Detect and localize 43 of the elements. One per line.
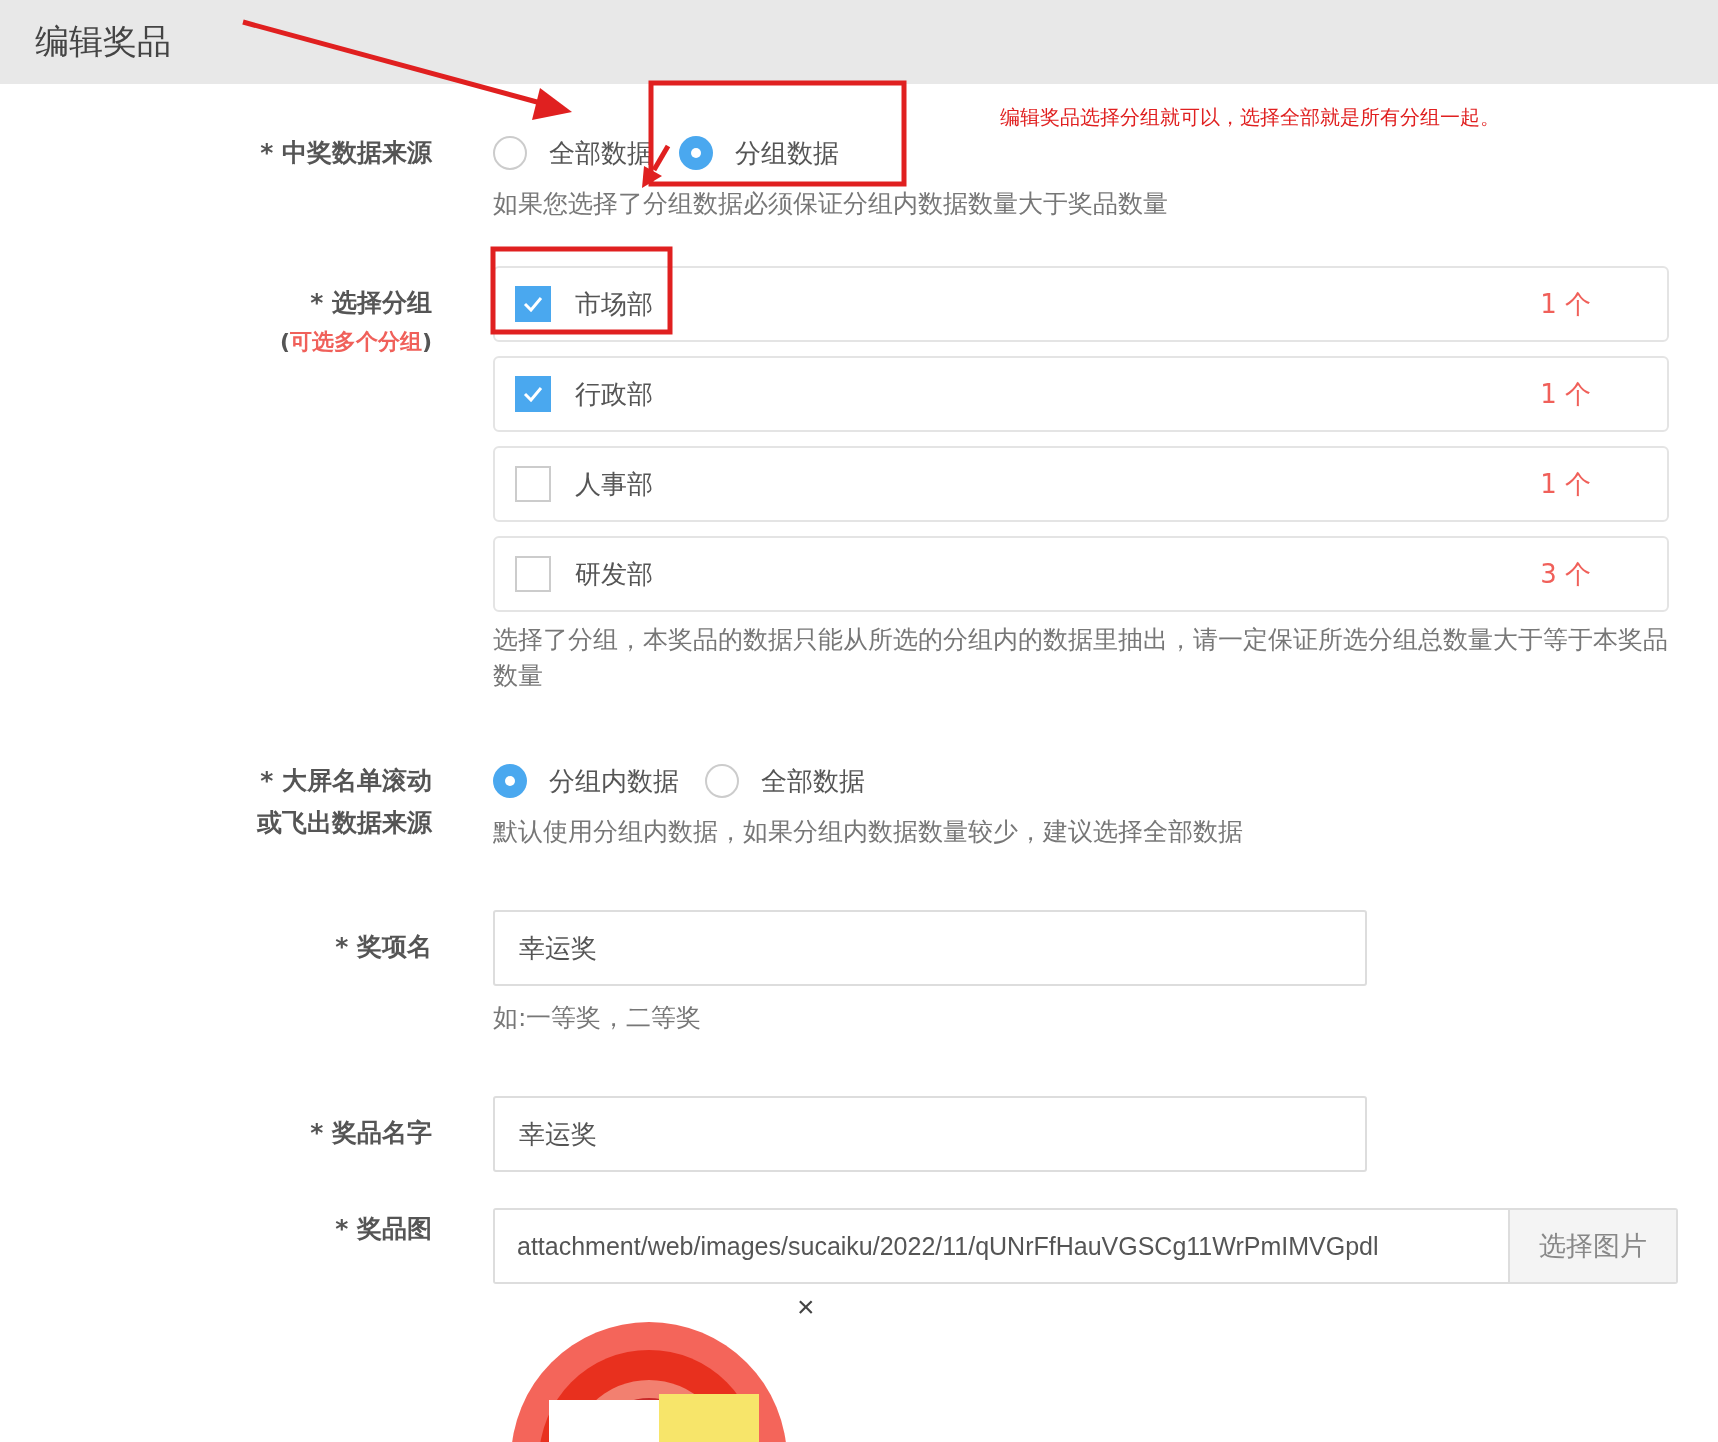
field-label: * 中奖数据来源 xyxy=(260,137,432,169)
radio-button[interactable] xyxy=(493,136,527,170)
group-option[interactable]: 市场部 1 个 xyxy=(493,266,1669,342)
page-title: 编辑奖品 xyxy=(35,20,171,63)
text-input[interactable]: 幸运奖 xyxy=(493,1096,1367,1172)
group-option[interactable]: 行政部 1 个 xyxy=(493,356,1669,432)
field-label: 或飞出数据来源 xyxy=(257,807,432,839)
checkbox[interactable] xyxy=(515,286,551,322)
group-name: 市场部 xyxy=(575,287,654,321)
group-name: 人事部 xyxy=(575,467,654,501)
field-label: * 大屏名单滚动 xyxy=(260,765,432,797)
group-option[interactable]: 人事部 1 个 xyxy=(493,446,1669,522)
radio-button[interactable] xyxy=(679,136,713,170)
radio-button[interactable] xyxy=(493,764,527,798)
field-label: * 奖项名 xyxy=(335,931,432,963)
checkmark-icon xyxy=(523,296,543,312)
field-label: * 奖品名字 xyxy=(310,1117,432,1149)
checkmark-icon xyxy=(523,386,543,402)
group-count: 1 个 xyxy=(1540,377,1591,411)
help-text: 如果您选择了分组数据必须保证分组内数据数量大于奖品数量 xyxy=(493,188,1168,220)
help-text: 默认使用分组内数据，如果分组内数据数量较少，建议选择全部数据 xyxy=(493,816,1243,848)
group-option[interactable]: 研发部 3 个 xyxy=(493,536,1669,612)
field-label: * 选择分组 xyxy=(310,287,432,319)
group-count: 1 个 xyxy=(1540,467,1591,501)
text-input[interactable]: 幸运奖 xyxy=(493,910,1367,986)
group-count: 1 个 xyxy=(1540,287,1591,321)
radio-button[interactable] xyxy=(705,764,739,798)
group-count: 3 个 xyxy=(1540,557,1591,591)
image-path-field[interactable]: attachment/web/images/sucaiku/2022/11/qUNrFfHauVGSCg11WrPmIMVGpdl 选择图片 xyxy=(493,1208,1678,1284)
radio-option[interactable]: 分组内数据 xyxy=(493,763,679,799)
field-sublabel: (可选多个分组) xyxy=(279,328,432,356)
remove-button[interactable]: × xyxy=(793,1292,819,1322)
help-text: 选择了分组，本奖品的数据只能从所选的分组内的数据里抽出，请一定保证所选分组总数量大于等于本奖品数量 xyxy=(493,624,1669,692)
help-text: 如:一等奖，二等奖 xyxy=(493,1002,702,1034)
checkbox[interactable] xyxy=(515,466,551,502)
checkbox[interactable] xyxy=(515,556,551,592)
radio-option[interactable]: 全部数据 xyxy=(705,763,865,799)
field-label: * 奖品图 xyxy=(335,1213,432,1245)
group-name: 行政部 xyxy=(575,377,654,411)
checkbox[interactable] xyxy=(515,376,551,412)
radio-option[interactable]: 分组数据 xyxy=(679,135,839,171)
annotation-note: 编辑奖品选择分组就可以，选择全部就是所有分组一起。 xyxy=(1000,104,1500,131)
group-name: 研发部 xyxy=(575,557,654,591)
